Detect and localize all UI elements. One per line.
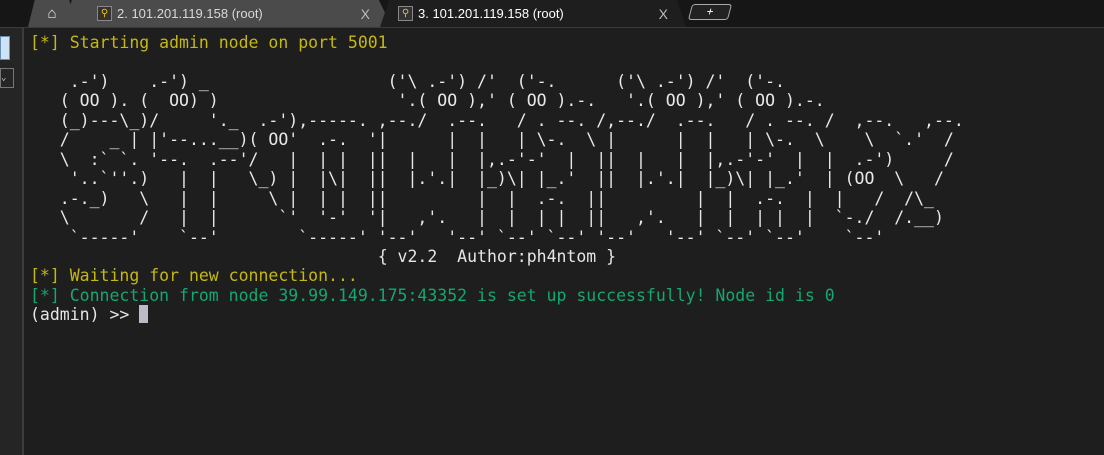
prompt-line[interactable]: (admin) >>: [30, 305, 964, 324]
ascii-banner: .-') .-') _ ('\ .-') /' ('-. ('\ .-') /'…: [30, 72, 964, 247]
banner-line: .-._) \ | | \ | | | || | | .-. || | | .-…: [30, 188, 934, 208]
banner-line: / _ | |'--...__)( OO' .-. '| | | | \-. \…: [30, 130, 954, 150]
terminal-output[interactable]: [*] Starting admin node on port 5001 .-'…: [30, 33, 964, 325]
banner-line: .-') .-') _ ('\ .-') /' ('-. ('\ .-') /'…: [30, 71, 785, 91]
tab-label: 3. 101.201.119.158 (root): [418, 6, 564, 21]
banner-line: '..`''.) | | \_) | |\| || |.'.| |_)\| |_…: [30, 169, 944, 189]
start-line: [*] Starting admin node on port 5001: [30, 33, 388, 52]
tab-session-3[interactable]: ⚲ 3. 101.201.119.158 (root) X: [380, 0, 686, 27]
close-icon[interactable]: X: [659, 6, 668, 22]
waiting-line: [*] Waiting for new connection...: [30, 266, 358, 286]
banner-line: (_)---\_)/ '._ .-'),-----. ,--./ .--. / …: [30, 110, 964, 130]
tab-bar: ⌂ ⚲ 2. 101.201.119.158 (root) X ⚲ 3. 101…: [0, 0, 1104, 28]
key-icon: ⚲: [398, 6, 413, 21]
tab-session-2[interactable]: ⚲ 2. 101.201.119.158 (root) X: [62, 0, 392, 27]
connection-line: [*] Connection from node 39.99.149.175:4…: [30, 285, 835, 305]
prompt: (admin) >>: [30, 305, 140, 325]
banner-line: ( OO ). ( OO) ) '.( OO ),' ( OO ).-. '.(…: [30, 91, 825, 111]
banner-line: \ :` `. '--. .--'/ | | | || | | |,.-'-' …: [30, 149, 954, 169]
banner-line: \ / | | `' '-' '| ,'. | | | | || ,'. | |…: [30, 208, 944, 228]
new-tab-button[interactable]: +: [687, 4, 733, 20]
version-line: { v2.2 Author:ph4ntom }: [30, 247, 964, 266]
banner-line: `-----' `--' `-----' '--' '--' `--' `--'…: [30, 227, 885, 247]
home-icon: ⌂: [47, 5, 57, 22]
close-icon[interactable]: X: [361, 6, 370, 22]
key-icon: ⚲: [97, 6, 112, 21]
panel-toggle-button[interactable]: [0, 36, 10, 60]
version-text: { v2.2 Author:ph4ntom }: [377, 246, 617, 266]
tab-label: 2. 101.201.119.158 (root): [117, 6, 263, 21]
cursor: [139, 305, 149, 324]
side-panel: ⌄: [0, 28, 24, 455]
chevron-down-icon[interactable]: ⌄: [0, 68, 14, 88]
